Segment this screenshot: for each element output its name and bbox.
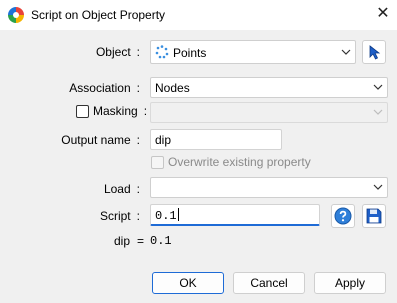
script-label: Script: [99, 209, 140, 223]
object-picker-button[interactable] [362, 40, 386, 64]
help-icon [334, 207, 352, 225]
script-value: 0.1 [155, 208, 179, 223]
association-value: Nodes [155, 81, 190, 95]
overwrite-label: Overwrite existing property [168, 155, 311, 169]
result-value: 0.1 [150, 234, 172, 248]
cursor-pick-icon [369, 45, 381, 60]
chevron-down-icon [341, 49, 351, 55]
help-button[interactable] [331, 204, 355, 228]
output-name-label: Output name: [61, 133, 140, 147]
window-title: Script on Object Property [31, 8, 166, 22]
close-icon[interactable]: ✕ [372, 3, 394, 25]
script-input[interactable]: 0.1 [150, 204, 320, 226]
chevron-down-icon [373, 184, 383, 190]
chevron-down-icon [373, 84, 383, 90]
object-label: Object: [95, 45, 140, 59]
ok-button[interactable]: OK [152, 272, 224, 294]
title-bar: Script on Object Property ✕ [0, 0, 397, 30]
cancel-button[interactable]: Cancel [233, 272, 305, 294]
object-combo[interactable]: Points [150, 40, 356, 64]
masking-label: Masking: [93, 104, 148, 118]
result-equals: = [137, 234, 145, 248]
save-button[interactable] [362, 204, 386, 228]
object-value: Points [173, 46, 207, 60]
save-icon [366, 208, 382, 224]
app-logo-icon [8, 7, 24, 23]
masking-combo [150, 102, 388, 123]
load-combo[interactable] [150, 177, 388, 198]
points-dots-icon [155, 45, 169, 59]
association-combo[interactable]: Nodes [150, 77, 388, 98]
chevron-down-icon [373, 109, 383, 115]
result-name: dip [114, 234, 131, 248]
association-label: Association: [69, 81, 140, 95]
apply-button[interactable]: Apply [314, 272, 386, 294]
masking-checkbox[interactable] [76, 105, 89, 118]
load-label: Load: [103, 182, 140, 196]
output-name-input[interactable]: dip [150, 129, 282, 150]
overwrite-checkbox [151, 156, 164, 169]
